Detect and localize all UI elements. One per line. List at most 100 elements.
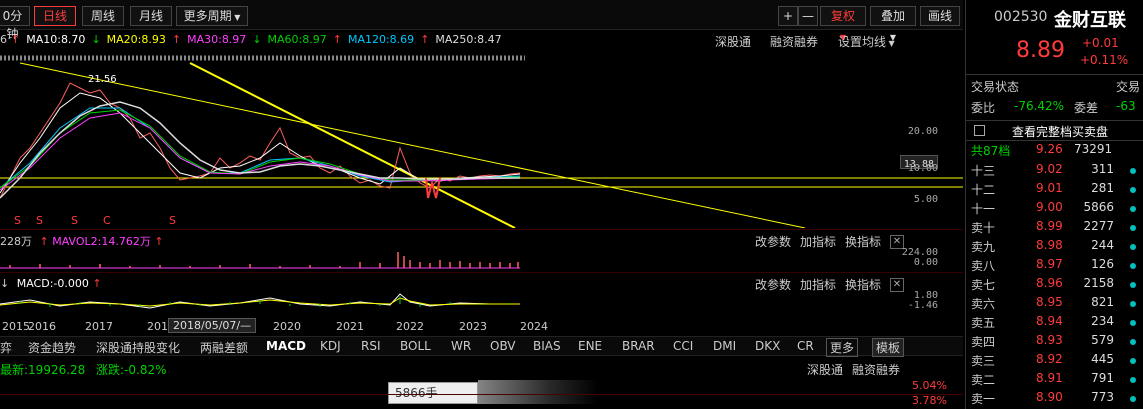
orderbook-row[interactable]: 十一 9.00 5866 [966, 200, 1143, 219]
orderbook-row[interactable]: 卖六 8.95 821 [966, 295, 1143, 314]
orderbook-row[interactable]: 卖八 8.97 126 [966, 257, 1143, 276]
ob-volume: 5866 [1083, 200, 1114, 214]
ob-label: 卖一 [971, 392, 996, 406]
tab-kdj[interactable]: KDJ [320, 339, 341, 353]
orderbook-row[interactable]: 十二 9.01 281 [966, 181, 1143, 200]
tab-obv[interactable]: OBV [490, 339, 516, 353]
ma30-label: MA30:8.97 [187, 33, 247, 46]
orderbook-row[interactable]: 卖十 8.99 2277 [966, 219, 1143, 238]
orderbook-row[interactable]: 卖五 8.94 234 [966, 314, 1143, 333]
bottom-sgt-link[interactable]: 深股通 [807, 361, 843, 378]
year-label: 2015 [2, 320, 30, 333]
ob-label: 卖五 [971, 316, 996, 330]
macd-cut: ↓ [0, 277, 10, 290]
ob-volume: 791 [1091, 371, 1114, 385]
ob-price: 8.93 [1036, 333, 1063, 347]
volume-chart[interactable] [0, 248, 963, 270]
signal-marker: S [71, 214, 78, 227]
adjustment-dropdown[interactable]: 复权 ▼ [820, 6, 866, 42]
tab-brar[interactable]: BRAR [622, 339, 655, 353]
signal-marker: S [36, 214, 43, 227]
bottom-margin-link[interactable]: 融资融券 [852, 361, 900, 378]
total-levels-label: 共87档 [971, 144, 1011, 158]
tab-bias[interactable]: BIAS [533, 339, 561, 353]
ob-label: 卖九 [971, 240, 996, 254]
ma10-label: MA10:8.70 [26, 33, 86, 46]
trade-status-row: 交易状态 交易 [966, 78, 1143, 97]
macd-chart[interactable] [0, 290, 963, 318]
ma120-label: MA120:8.69 [347, 33, 415, 46]
zoom-in-button[interactable]: + [778, 6, 798, 26]
year-label: 2016 [28, 320, 56, 333]
zoom-out-button[interactable]: — [798, 6, 818, 26]
tab-dmi[interactable]: DMI [713, 339, 736, 353]
full-book-link[interactable]: 查看完整档买卖盘 [1012, 123, 1108, 140]
total-price: 9.26 [1036, 142, 1063, 156]
ob-label: 卖十 [971, 221, 996, 235]
indicator-tabs: 弈 资金趋势 深股通持股变化 两融差额 MACD KDJ RSI BOLL WR… [0, 336, 963, 357]
lot-value: 5866手 [395, 386, 438, 400]
weekly-period-button[interactable]: 周线 [82, 6, 124, 26]
template-button[interactable]: 模板 [872, 338, 905, 357]
kline-chart[interactable]: S S S C S [0, 48, 963, 228]
full-book-row[interactable]: 查看完整档买卖盘 [966, 120, 1143, 141]
wb-row: 委比 -76.42% 委差 -63 [966, 99, 1143, 118]
overlay-dropdown[interactable]: 叠加 ▼ [870, 6, 916, 42]
ma20-label: MA20:8.93 [106, 33, 166, 46]
ob-volume: 126 [1091, 257, 1114, 271]
chevron-down-icon: ▼ [886, 39, 895, 48]
ob-label: 十二 [971, 183, 996, 197]
tab-cut[interactable]: 弈 [0, 339, 12, 356]
more-indicators-button[interactable]: 更多 [826, 338, 859, 357]
orderbook-row[interactable]: 卖四 8.93 579 [966, 333, 1143, 352]
year-label: 2022 [396, 320, 424, 333]
volume-bars [9, 252, 519, 268]
mavol2-label: MAVOL2:14.762万 [52, 235, 151, 248]
tab-cr[interactable]: CR [797, 339, 814, 353]
tab-boll[interactable]: BOLL [400, 339, 431, 353]
daily-period-button[interactable]: 日线 [34, 6, 76, 26]
dot-icon [1130, 301, 1136, 307]
ob-price: 8.90 [1036, 390, 1063, 404]
more-periods-dropdown[interactable]: 更多周期 ▼ [176, 6, 248, 26]
ob-label: 卖三 [971, 354, 996, 368]
year-label: 2021 [336, 320, 364, 333]
orderbook-row[interactable]: 卖二 8.91 791 [966, 371, 1143, 390]
tab-wr[interactable]: WR [451, 339, 471, 353]
tab-macd[interactable]: MACD [266, 339, 306, 353]
signal-marker: C [103, 214, 111, 227]
tab-sgt-holdings[interactable]: 深股通持股变化 [96, 339, 180, 356]
axis-tick-20: 20.00 [907, 126, 938, 137]
orderbook-row[interactable]: 卖一 8.90 773 [966, 390, 1143, 409]
tab-dkx[interactable]: DKX [755, 339, 780, 353]
ob-price: 9.00 [1036, 200, 1063, 214]
lot-tooltip: 5866手 [388, 382, 478, 404]
monthly-period-button[interactable]: 月线 [130, 6, 172, 26]
orderbook-row[interactable]: 十三 9.02 311 [966, 162, 1143, 181]
draw-line-button[interactable]: 画线 [920, 6, 960, 26]
tab-rsi[interactable]: RSI [361, 339, 381, 353]
ob-label: 十三 [971, 164, 996, 178]
wc-label: 委差 [1074, 101, 1099, 115]
minute-period-button[interactable]: 0分钟 [0, 6, 30, 41]
volume-value: 228万 [0, 235, 32, 248]
ob-volume: 445 [1091, 352, 1114, 366]
ob-volume: 821 [1091, 295, 1114, 309]
orderbook-row[interactable]: 卖七 8.96 2158 [966, 276, 1143, 295]
tab-ene[interactable]: ENE [578, 339, 602, 353]
ob-label: 十一 [971, 202, 996, 216]
dot-icon [1130, 358, 1136, 364]
volume-legend: 228万 ↑ MAVOL2:14.762万 ↑ [0, 233, 164, 249]
crosshair-date-label: 2018/05/07/— [168, 318, 257, 333]
tab-fund-trend[interactable]: 资金趋势 [28, 339, 76, 356]
tab-margin-diff[interactable]: 两融差额 [200, 339, 248, 356]
down-arrow-icon: ↓ [252, 33, 262, 46]
orderbook-row[interactable]: 卖三 8.92 445 [966, 352, 1143, 371]
orderbook-row[interactable]: 卖九 8.98 244 [966, 238, 1143, 257]
tab-cci[interactable]: CCI [673, 339, 693, 353]
ob-price: 8.92 [1036, 352, 1063, 366]
time-axis: 2015 2016 2017 201 2020 2021 2022 2023 2… [0, 318, 963, 334]
ob-label: 卖二 [971, 373, 996, 387]
dot-icon [1130, 377, 1136, 383]
ob-volume: 579 [1091, 333, 1114, 347]
